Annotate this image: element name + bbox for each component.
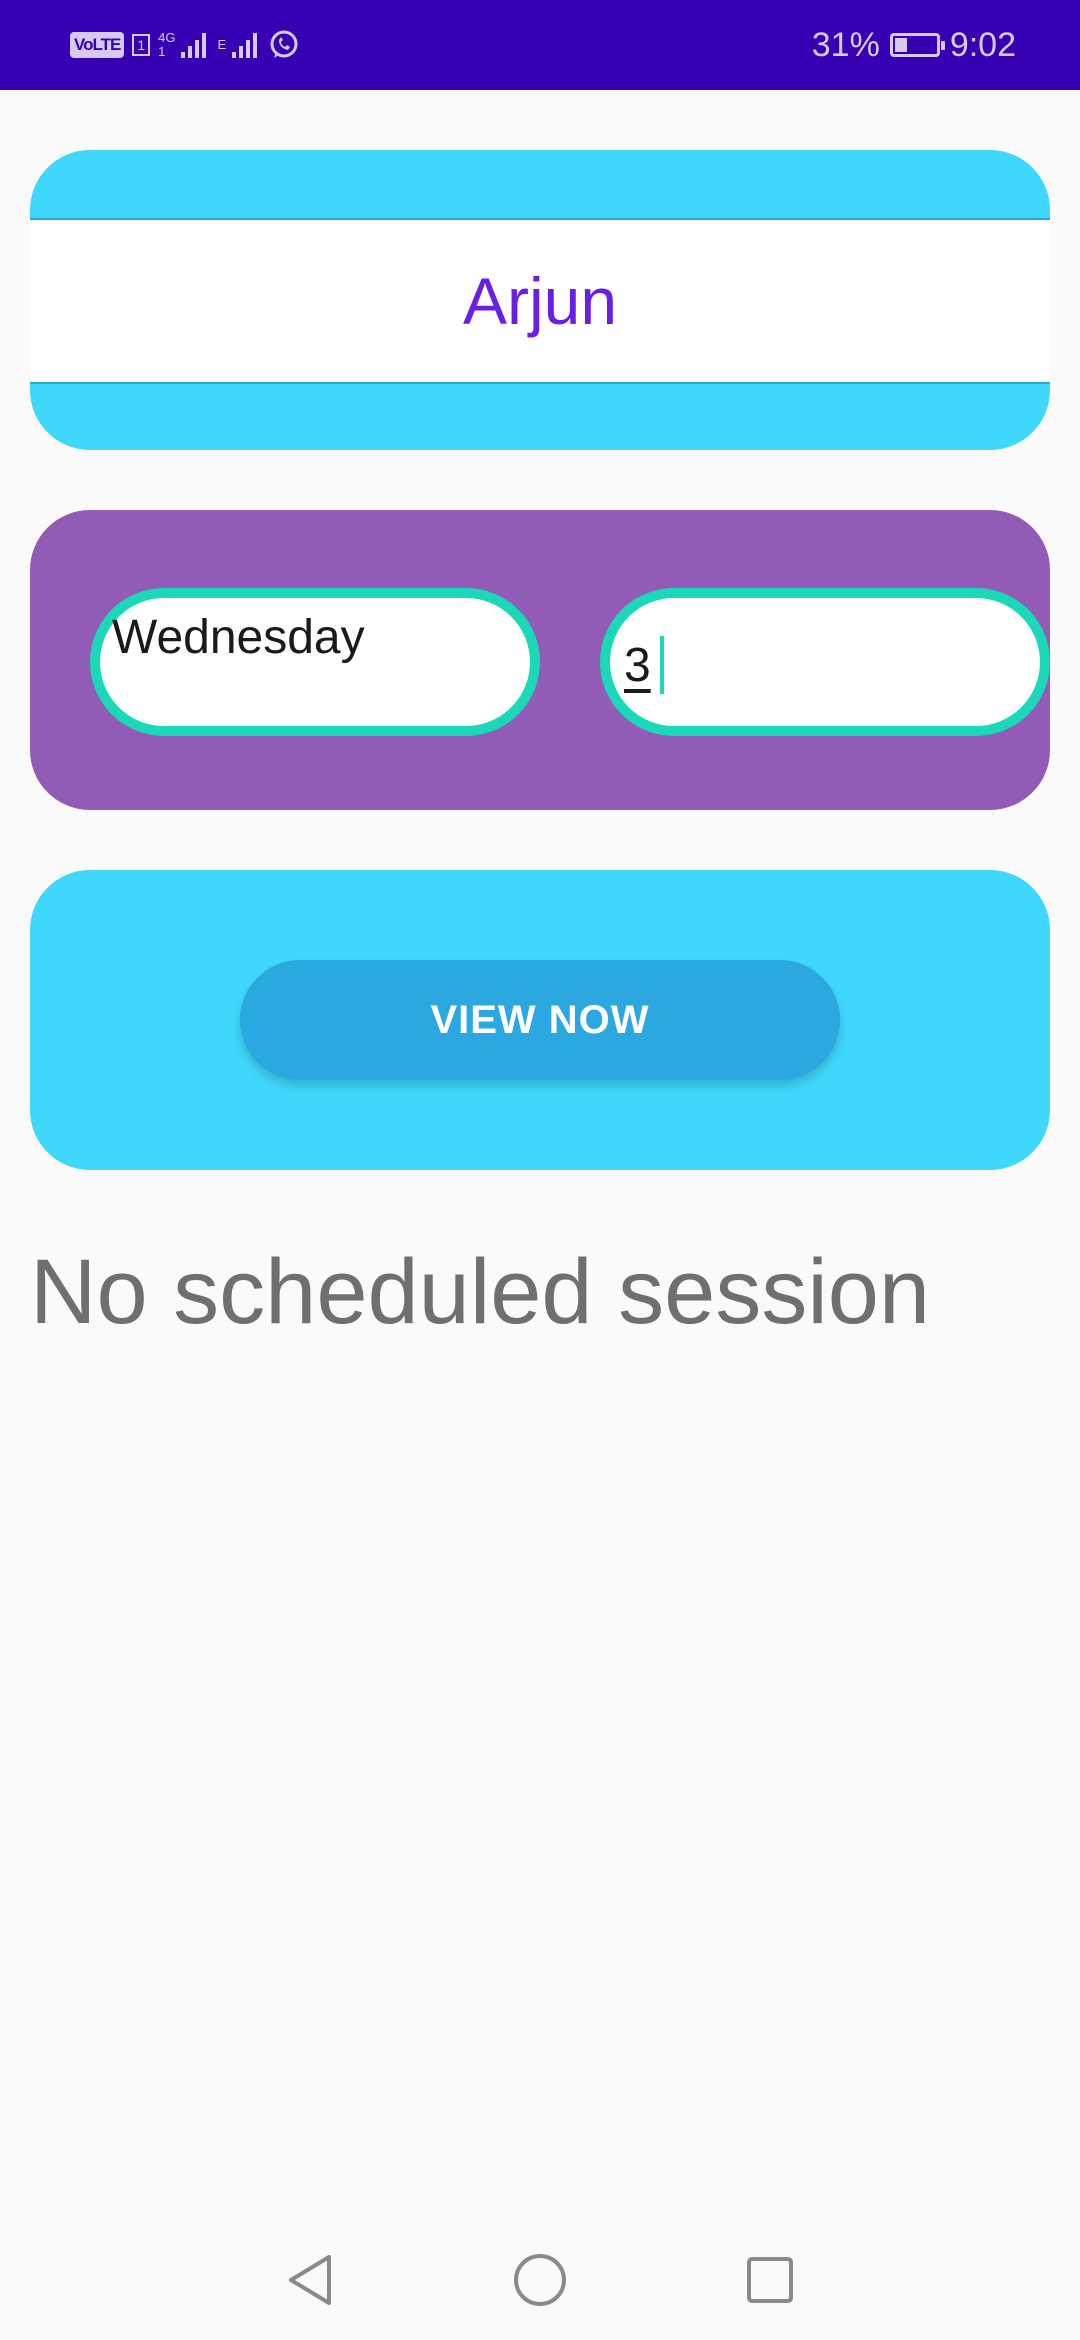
- number-field[interactable]: 3: [600, 588, 1050, 736]
- status-bar: VoLTE 1 4G 1 E 31% 9:02: [0, 0, 1080, 90]
- back-button[interactable]: [270, 2240, 350, 2320]
- day-field[interactable]: Wednesday: [90, 588, 540, 736]
- view-now-button[interactable]: VIEW NOW: [240, 960, 840, 1080]
- session-status-message: No scheduled session: [30, 1241, 931, 1343]
- network-type-2: E: [217, 38, 226, 52]
- profile-card: Arjun: [30, 150, 1050, 450]
- text-cursor: [660, 636, 664, 694]
- signal-icon: [181, 33, 207, 58]
- whatsapp-icon: [270, 30, 298, 58]
- battery-icon: [889, 33, 945, 57]
- network-type-bottom: 1: [158, 44, 166, 59]
- sim-slot-icon: 1: [132, 34, 151, 56]
- status-indicators: VoLTE 1 4G 1 E: [70, 24, 300, 66]
- number-field-value: 3: [624, 639, 651, 692]
- volte-icon: VoLTE: [70, 32, 125, 58]
- home-icon: [514, 2254, 566, 2306]
- recents-icon: [747, 2257, 793, 2303]
- back-icon: [289, 2255, 331, 2305]
- signal-icon: [232, 33, 258, 58]
- status-right: 31% 9:02: [812, 24, 1016, 66]
- clock: 9:02: [949, 25, 1016, 64]
- schedule-input-card: Wednesday 3: [30, 510, 1050, 810]
- battery-percent: 31%: [811, 25, 880, 64]
- network-type-top: 4G: [158, 30, 176, 45]
- action-card: VIEW NOW: [30, 870, 1050, 1170]
- day-field-value: Wednesday: [112, 611, 365, 664]
- home-button[interactable]: [500, 2240, 580, 2320]
- navigation-bar: [0, 2220, 1080, 2340]
- recents-button[interactable]: [730, 2240, 810, 2320]
- battery-level: [894, 38, 907, 52]
- profile-name: Arjun: [462, 264, 618, 338]
- network-type-label: 4G 1: [158, 31, 175, 59]
- name-banner: Arjun: [30, 218, 1050, 384]
- network-type-2-label: E: [217, 37, 227, 52]
